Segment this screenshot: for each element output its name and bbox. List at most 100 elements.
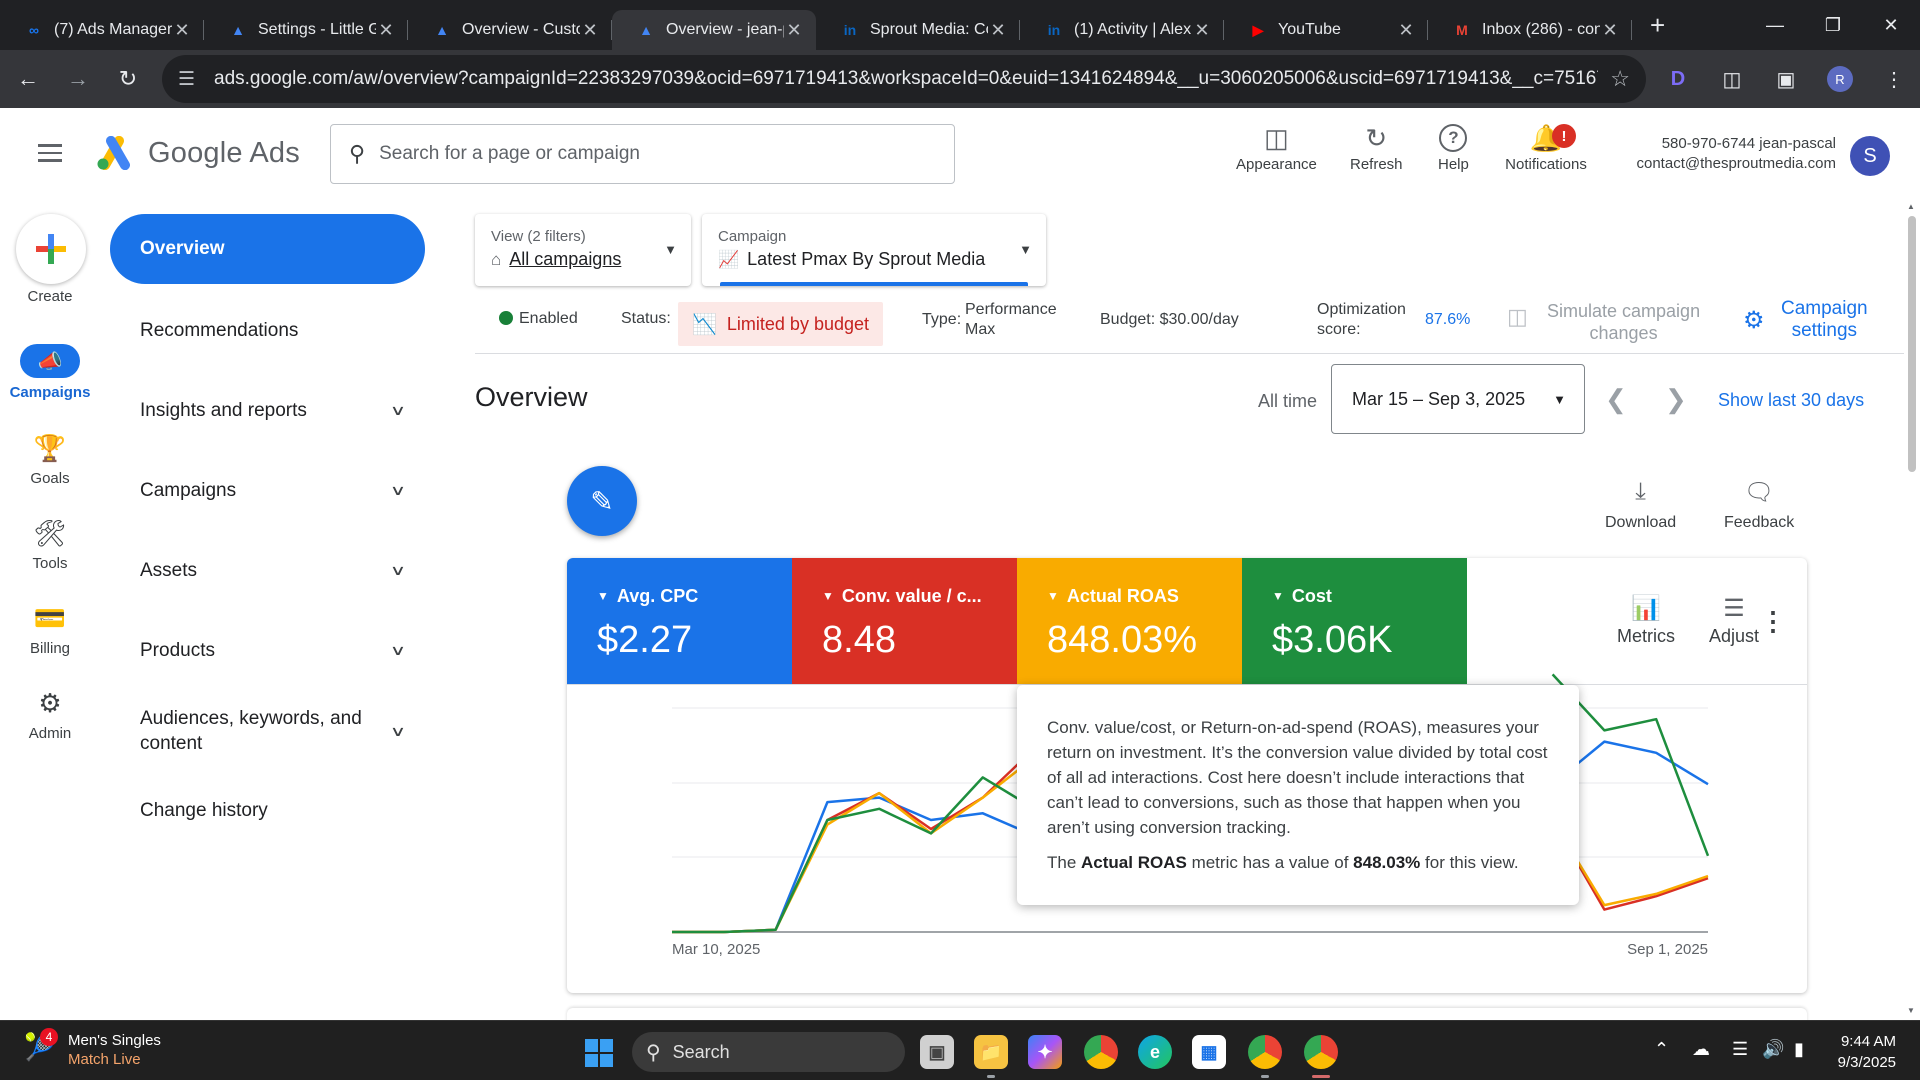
nav-item-overview[interactable]: Overview bbox=[110, 214, 425, 284]
taskbar-search-label: Search bbox=[672, 1041, 730, 1062]
browser-tab[interactable]: in (1) Activity | Alex ✕ bbox=[1020, 10, 1224, 50]
browser-tab[interactable]: in Sprout Media: Co ✕ bbox=[816, 10, 1020, 50]
nav-item-audiences[interactable]: Audiences, keywords, and content ∨ bbox=[140, 706, 410, 756]
download-button[interactable]: ⤓ Download bbox=[1605, 476, 1676, 532]
help-button[interactable]: ? Help bbox=[1438, 120, 1469, 173]
file-explorer-icon[interactable]: 📁 bbox=[974, 1035, 1008, 1069]
chrome-menu-icon[interactable]: ⋮ bbox=[1872, 57, 1916, 101]
microsoft-store-icon[interactable]: ▦ bbox=[1192, 1035, 1226, 1069]
nav-item-recommendations[interactable]: Recommendations bbox=[140, 318, 410, 343]
date-range-picker[interactable]: Mar 15 – Sep 3, 2025 ▼ bbox=[1331, 364, 1585, 434]
account-info[interactable]: 580-970-6744 jean-pascal contact@thespro… bbox=[1637, 134, 1837, 174]
bookmark-star-icon[interactable]: ☆ bbox=[1610, 66, 1630, 92]
close-tab-icon[interactable]: ✕ bbox=[580, 20, 600, 41]
minimize-button[interactable]: — bbox=[1746, 0, 1804, 50]
volume-icon[interactable]: 🔊 bbox=[1762, 1039, 1784, 1060]
cast-icon[interactable]: ▣ bbox=[1764, 57, 1808, 101]
rail-item-campaigns[interactable]: 📣 Campaigns bbox=[0, 344, 100, 401]
appearance-label: Appearance bbox=[1236, 156, 1317, 173]
next-period-arrow-icon[interactable]: ❯ bbox=[1665, 384, 1687, 415]
enabled-status[interactable]: Enabled bbox=[499, 310, 578, 328]
close-window-button[interactable]: ✕ bbox=[1862, 0, 1920, 50]
scrollbar-thumb[interactable] bbox=[1908, 216, 1916, 472]
search-input[interactable]: ⚲ Search for a page or campaign bbox=[330, 124, 955, 184]
tab-title: Sprout Media: Co bbox=[870, 21, 988, 38]
profile-button[interactable]: R bbox=[1818, 57, 1862, 101]
close-tab-icon[interactable]: ✕ bbox=[1396, 20, 1416, 41]
browser-tab[interactable]: ▲ Overview - Custo ✕ bbox=[408, 10, 612, 50]
chrome-active-icon[interactable] bbox=[1304, 1035, 1338, 1069]
site-info-icon[interactable]: ☰ bbox=[178, 68, 200, 91]
battery-icon[interactable]: ▮ bbox=[1794, 1039, 1804, 1060]
close-tab-icon[interactable]: ✕ bbox=[784, 20, 804, 41]
taskbar-search[interactable]: ⚲ Search bbox=[632, 1032, 905, 1072]
browser-tab[interactable]: M Inbox (286) - cont ✕ bbox=[1428, 10, 1632, 50]
wifi-icon[interactable]: ☰ bbox=[1732, 1039, 1748, 1060]
widgets-news[interactable]: 🎾 4 Men's Singles Match Live bbox=[24, 1028, 161, 1069]
limited-by-budget-badge[interactable]: 📉 Limited by budget bbox=[678, 302, 883, 346]
previous-period-arrow-icon[interactable]: ❮ bbox=[1605, 384, 1627, 415]
browser-tab[interactable]: ▶ YouTube ✕ bbox=[1224, 10, 1428, 50]
google-ads-logo[interactable]: Google Ads bbox=[96, 136, 300, 170]
nav-item-insights[interactable]: Insights and reports ∨ bbox=[140, 398, 410, 423]
close-tab-icon[interactable]: ✕ bbox=[376, 20, 396, 41]
chrome-profile-icon[interactable] bbox=[1084, 1035, 1118, 1069]
create-button[interactable] bbox=[16, 214, 86, 284]
dropdown-arrow-icon: ▼ bbox=[1553, 391, 1566, 407]
view-filter-selector[interactable]: View (2 filters) ⌂ All campaigns ▼ bbox=[475, 214, 691, 286]
restore-button[interactable]: ❐ bbox=[1804, 0, 1862, 50]
feedback-button[interactable]: 🗨 Feedback bbox=[1724, 476, 1794, 532]
reload-button[interactable]: ↻ bbox=[106, 57, 150, 101]
google-ads-logo-icon bbox=[97, 136, 130, 170]
close-tab-icon[interactable]: ✕ bbox=[1192, 20, 1212, 41]
budget-value[interactable]: Budget: $30.00/day bbox=[1100, 311, 1239, 329]
nav-item-products[interactable]: Products ∨ bbox=[140, 638, 410, 663]
back-button[interactable]: ← bbox=[6, 57, 50, 101]
campaign-settings-link[interactable]: Campaign settings bbox=[1781, 298, 1868, 342]
chevron-down-icon: ∨ bbox=[389, 562, 407, 578]
copilot-icon[interactable]: ✦ bbox=[1028, 1035, 1062, 1069]
chrome-icon[interactable] bbox=[1248, 1035, 1282, 1069]
settings-gear-icon[interactable]: ⚙ bbox=[1743, 306, 1765, 335]
scroll-down-arrow-icon[interactable]: ▼ bbox=[1907, 1006, 1915, 1015]
nav-item-assets[interactable]: Assets ∨ bbox=[140, 558, 410, 583]
onedrive-cloud-icon[interactable]: ☁ bbox=[1692, 1039, 1710, 1060]
date-range-value: Mar 15 – Sep 3, 2025 bbox=[1352, 388, 1526, 409]
address-bar[interactable]: ☰ ads.google.com/aw/overview?campaignId=… bbox=[162, 55, 1646, 103]
system-clock[interactable]: 9:44 AM 9/3/2025 bbox=[1838, 1031, 1896, 1073]
tray-chevron-up-icon[interactable]: ⌃ bbox=[1654, 1039, 1669, 1060]
close-tab-icon[interactable]: ✕ bbox=[988, 20, 1008, 41]
vertical-scrollbar[interactable]: ▲ ▼ bbox=[1904, 202, 1920, 1020]
appearance-button[interactable]: ◫ Appearance bbox=[1236, 120, 1317, 174]
nav-item-campaigns[interactable]: Campaigns ∨ bbox=[140, 478, 410, 503]
show-last-30-days-link[interactable]: Show last 30 days bbox=[1718, 390, 1864, 411]
rail-item-billing[interactable]: 💳 Billing bbox=[0, 600, 100, 658]
new-tab-button[interactable]: + bbox=[1650, 10, 1665, 41]
windows-start-icon[interactable] bbox=[585, 1039, 613, 1067]
rail-item-tools[interactable]: 🛠 Tools bbox=[0, 515, 100, 573]
main-menu-icon[interactable] bbox=[38, 144, 62, 162]
trophy-icon: 🏆 bbox=[33, 432, 67, 463]
close-tab-icon[interactable]: ✕ bbox=[172, 20, 192, 41]
rail-item-goals[interactable]: 🏆 Goals bbox=[0, 430, 100, 488]
browser-tab[interactable]: ∞ (7) Ads Manager ✕ bbox=[0, 10, 204, 50]
nav-item-change-history[interactable]: Change history bbox=[140, 798, 410, 823]
extension-d-icon[interactable]: D bbox=[1656, 57, 1700, 101]
close-tab-icon[interactable]: ✕ bbox=[1600, 20, 1620, 41]
feedback-icon: 🗨 bbox=[1743, 478, 1775, 506]
refresh-button[interactable]: ↻ Refresh bbox=[1350, 120, 1403, 174]
optimization-score-value[interactable]: 87.6% bbox=[1425, 311, 1470, 329]
meta-icon: ∞ bbox=[29, 22, 39, 38]
scroll-up-arrow-icon[interactable]: ▲ bbox=[1907, 202, 1915, 211]
extensions-puzzle-icon[interactable]: ◫ bbox=[1710, 57, 1754, 101]
campaign-selector[interactable]: Campaign 📈 Latest Pmax By Sprout Media ▼ bbox=[702, 214, 1046, 286]
edge-browser-icon[interactable]: e bbox=[1138, 1035, 1172, 1069]
forward-button[interactable]: → bbox=[56, 57, 100, 101]
browser-tab[interactable]: ▲ Settings - Little G ✕ bbox=[204, 10, 408, 50]
task-view-icon[interactable]: ▣ bbox=[920, 1035, 954, 1069]
rail-item-admin[interactable]: ⚙ Admin bbox=[0, 685, 100, 743]
edit-pencil-button[interactable]: ✎ bbox=[567, 466, 637, 536]
account-avatar[interactable]: S bbox=[1850, 136, 1890, 176]
notifications-button[interactable]: 🔔 ! Notifications bbox=[1496, 120, 1596, 174]
browser-tab[interactable]: ▲ Overview - jean-p ✕ bbox=[612, 10, 816, 50]
